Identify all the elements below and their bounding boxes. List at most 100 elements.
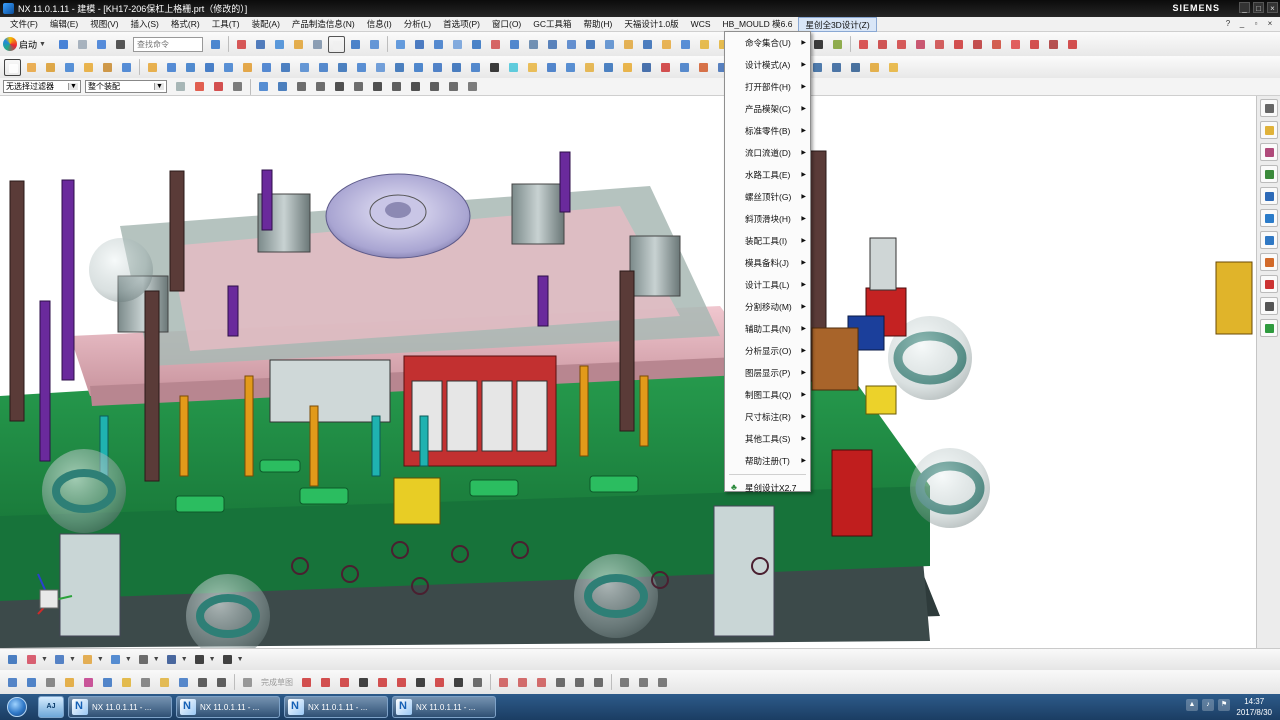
unite-icon[interactable] [144, 59, 161, 76]
sketch-polygon-icon[interactable] [431, 674, 448, 691]
finish-sketch-icon[interactable] [239, 674, 256, 691]
direct-sketch-icon[interactable] [23, 674, 40, 691]
text-icon[interactable] [486, 59, 503, 76]
mold-yellow-icon[interactable] [696, 36, 713, 53]
add-component-icon[interactable] [99, 674, 116, 691]
note-icon[interactable] [135, 651, 152, 668]
project-icon[interactable] [1045, 36, 1062, 53]
menu-open-part[interactable]: 打开部件(H) ▶ [725, 76, 810, 98]
end-point-icon[interactable] [293, 78, 310, 95]
doc-restore-button[interactable]: ▫ [1250, 18, 1262, 30]
sketch-offset-icon[interactable] [469, 674, 486, 691]
wcs-icon[interactable] [271, 36, 288, 53]
menu-design-mode[interactable]: 设计模式(A) ▶ [725, 54, 810, 76]
move-icon[interactable] [366, 36, 383, 53]
analysis-icon[interactable] [506, 36, 523, 53]
features-icon[interactable] [255, 78, 272, 95]
distribute-icon[interactable] [828, 59, 845, 76]
settings-icon[interactable] [1259, 99, 1278, 117]
menu-insert[interactable]: 插入(S) [125, 17, 165, 32]
cut-icon[interactable] [93, 36, 110, 53]
menu-water-tools[interactable]: 水路工具(E) ▶ [725, 164, 810, 186]
palette-icon[interactable] [1259, 253, 1278, 271]
view-orient-icon[interactable] [207, 36, 224, 53]
thicken-icon[interactable] [315, 59, 332, 76]
report-icon[interactable] [847, 59, 864, 76]
start-button[interactable]: 启动 ▼ [3, 37, 48, 51]
boolean-icon[interactable] [430, 36, 447, 53]
taskbar-task-4[interactable]: NX 11.0.1.11 - ... [392, 696, 496, 718]
sketch-settings-icon[interactable] [616, 674, 633, 691]
point-icon[interactable] [581, 59, 598, 76]
menu-help-register[interactable]: 帮助注册(T) ▶ [725, 450, 810, 472]
csys-icon[interactable] [600, 59, 617, 76]
quick-extend-icon[interactable] [514, 674, 531, 691]
menu-information[interactable]: 信息(I) [361, 17, 398, 32]
emboss-icon[interactable] [524, 59, 541, 76]
menu-other-tools[interactable]: 其他工具(S) ▶ [725, 428, 810, 450]
menu-analysis[interactable]: 分析(L) [398, 17, 437, 32]
history-icon[interactable] [1259, 209, 1278, 227]
menu-tools[interactable]: 工具(T) [206, 17, 246, 32]
move-component-icon[interactable] [80, 674, 97, 691]
shell-icon[interactable] [296, 59, 313, 76]
menu-edit[interactable]: 编辑(E) [44, 17, 84, 32]
gear-icon[interactable] [213, 674, 230, 691]
pull-face-icon[interactable] [449, 36, 466, 53]
help-icon[interactable]: ? [1222, 18, 1234, 30]
menu-assembly-tools[interactable]: 装配工具(I) ▶ [725, 230, 810, 252]
sketch-circle-icon[interactable] [355, 674, 372, 691]
menu-tianfu[interactable]: 天福设计1.0版 [618, 17, 684, 32]
cylinder-icon[interactable] [411, 36, 428, 53]
web-browser-icon[interactable] [1259, 231, 1278, 249]
curve-icon[interactable] [893, 36, 910, 53]
snap-view-icon[interactable] [4, 651, 21, 668]
bridge-icon[interactable] [1026, 36, 1043, 53]
sketch-chamfer-icon[interactable] [393, 674, 410, 691]
replace-face-icon[interactable] [563, 36, 580, 53]
sketch-relations-icon[interactable] [654, 674, 671, 691]
mirror-icon[interactable] [353, 59, 370, 76]
extend-icon[interactable] [950, 36, 967, 53]
menu-layer-display[interactable]: 图层显示(P) ▶ [725, 362, 810, 384]
color-icon[interactable] [505, 59, 522, 76]
taskbar-task-2[interactable]: NX 11.0.1.11 - ... [176, 696, 280, 718]
layer-icon[interactable] [347, 36, 364, 53]
undo-icon[interactable] [55, 36, 72, 53]
ejector-icon[interactable] [829, 36, 846, 53]
taskbar-task-1[interactable]: NX 11.0.1.11 - ... [68, 696, 172, 718]
assembly-navigator-icon[interactable] [1259, 121, 1278, 139]
tray-network-icon[interactable]: ▲ [1186, 699, 1198, 711]
menu-format[interactable]: 格式(R) [165, 17, 206, 32]
new-sketch-icon[interactable] [4, 58, 21, 76]
menu-standard-parts[interactable]: 标准零件(B) ▶ [725, 120, 810, 142]
close-button[interactable]: × [1267, 2, 1278, 13]
datum-axis-icon[interactable] [562, 59, 579, 76]
menu-lifter-slider[interactable]: 斜顶滑块(H) ▶ [725, 208, 810, 230]
tray-volume-icon[interactable]: ♪ [1202, 699, 1214, 711]
windows-start-button[interactable] [0, 694, 34, 720]
split-body-icon[interactable] [220, 59, 237, 76]
patch-icon[interactable] [391, 59, 408, 76]
maximize-button[interactable]: □ [1253, 2, 1264, 13]
doc-close-button[interactable]: × [1264, 18, 1276, 30]
assembly-icon[interactable] [677, 36, 694, 53]
fit-icon[interactable] [233, 36, 250, 53]
layer-settings-icon[interactable] [639, 36, 656, 53]
sketch-icon[interactable] [4, 674, 21, 691]
datum-plane-icon[interactable] [543, 59, 560, 76]
reuse-library-icon[interactable] [1259, 187, 1278, 205]
menu-command-set[interactable]: 命令集合(U) ▶ [725, 32, 810, 54]
wave-link-icon[interactable] [638, 59, 655, 76]
doc-minimize-button[interactable]: _ [1236, 18, 1248, 30]
mold-tool-icon[interactable] [620, 36, 637, 53]
zoom-icon[interactable] [252, 36, 269, 53]
bounded-plane-icon[interactable] [429, 59, 446, 76]
menu-help[interactable]: 帮助(H) [578, 17, 619, 32]
shaded-icon[interactable] [290, 36, 307, 53]
sketch-line-icon[interactable] [317, 674, 334, 691]
snap-line-icon[interactable] [210, 78, 227, 95]
menu-design-tools[interactable]: 设计工具(L) ▶ [725, 274, 810, 296]
assembly-constraint-icon[interactable] [61, 674, 78, 691]
trim-icon[interactable] [931, 36, 948, 53]
